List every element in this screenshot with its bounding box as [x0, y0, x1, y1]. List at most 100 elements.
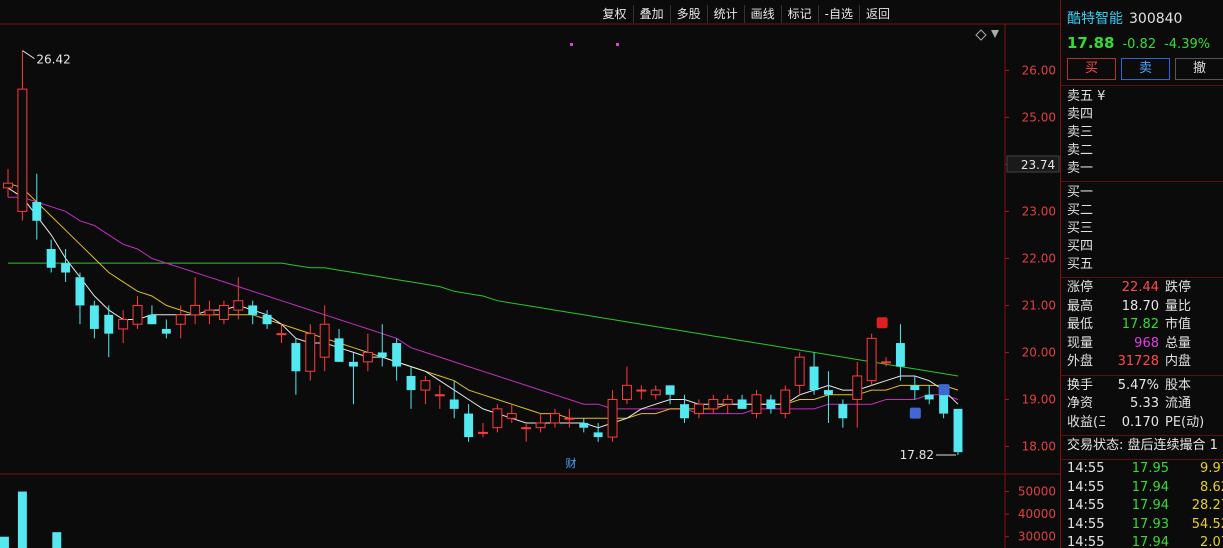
candle-body: [248, 305, 258, 315]
candle-body: [204, 309, 215, 316]
tick-list: 14:55 17.95 9.97 14:55 17.94 8.62 14:55 …: [1061, 460, 1223, 548]
bid-level[interactable]: 买一: [1061, 184, 1223, 202]
toolbar-item[interactable]: 复权: [597, 5, 633, 23]
candle-body: [89, 305, 99, 329]
stock-name[interactable]: 酷特智能: [1067, 11, 1123, 27]
stat-value: 5.33: [1130, 396, 1159, 411]
quote-panel: 酷特智能 300840 17.88 -0.82 -4.39% 买 卖 撤 卖五 ¥ 卖…: [1060, 0, 1223, 548]
candle-body: [492, 408, 503, 429]
ask-level[interactable]: 卖三: [1061, 124, 1223, 142]
candle-body: [46, 249, 56, 268]
tick-volume: 2.07: [1200, 535, 1223, 548]
candle-body: [579, 422, 589, 428]
candle-body: [636, 389, 647, 392]
candle-body: [895, 343, 905, 367]
stat-value: 31728: [1117, 354, 1159, 369]
candle-body: [852, 375, 863, 400]
price-tick-label: 26.00: [1022, 63, 1056, 77]
tick-time: 14:55: [1067, 479, 1105, 495]
sell-button[interactable]: 卖: [1121, 58, 1170, 80]
price-tick-label: 23.00: [1022, 204, 1056, 218]
ask-level[interactable]: 卖四: [1061, 106, 1223, 124]
candle-body: [506, 413, 517, 419]
high-pointer: [22, 50, 35, 59]
candle-body: [334, 338, 344, 362]
stat-value: 968: [1134, 335, 1159, 351]
candle-body: [881, 361, 891, 364]
candle-body: [464, 413, 474, 438]
trade-buttons: 买 卖 撤: [1061, 54, 1223, 82]
toolbar-item[interactable]: 多股: [669, 5, 707, 23]
candle-body: [809, 366, 819, 391]
candle-body: [17, 88, 28, 212]
stock-header: 酷特智能 300840: [1061, 0, 1223, 30]
candle-body: [751, 394, 762, 415]
candle-body: [348, 361, 358, 367]
stat-value: 17.82: [1121, 317, 1159, 332]
stat-label: 现量: [1067, 335, 1094, 351]
ask-list: 卖五 ¥ 卖四 卖三 卖二 卖一: [1061, 86, 1223, 178]
cancel-order-button[interactable]: 撤: [1175, 58, 1223, 80]
candle-body: [910, 385, 920, 391]
candle-body: [175, 314, 186, 325]
toolbar-item[interactable]: 标记: [780, 5, 818, 23]
candle-body: [392, 343, 402, 367]
stat-label: 内盘: [1165, 354, 1192, 369]
stat-label: 最低: [1067, 317, 1094, 332]
tick-price: 17.94: [1131, 535, 1169, 548]
bid-level[interactable]: 买五: [1061, 256, 1223, 274]
bid-level[interactable]: 买二: [1061, 202, 1223, 220]
stat-label: 最高: [1067, 298, 1094, 314]
buy-signal-icon: [876, 317, 888, 329]
stat-value: 0.170: [1121, 414, 1159, 430]
volume-tick-label: 40000: [1018, 507, 1056, 521]
bid-level[interactable]: 买四: [1061, 238, 1223, 256]
t-signal-icon: [909, 407, 921, 419]
toolbar-item[interactable]: 画线: [743, 5, 781, 23]
candle-body: [794, 356, 805, 386]
tick-volume: 9.97: [1200, 461, 1223, 476]
price-change-pct: -4.39%: [1164, 37, 1211, 52]
candle-body: [924, 394, 934, 400]
low-price-label: 17.82: [900, 448, 934, 462]
candle-body: [233, 300, 244, 311]
stat-label: 市值: [1165, 317, 1192, 332]
stat-value: 18.70: [1121, 298, 1159, 314]
candle-body: [593, 432, 603, 438]
stock-code: 300840: [1129, 11, 1183, 27]
stat-label: 换手: [1067, 377, 1094, 393]
bid-level[interactable]: 买三: [1061, 220, 1223, 238]
kline-svg[interactable]: 26.0025.0024.0023.0022.0021.0020.0019.00…: [0, 0, 1060, 548]
candle-body: [866, 337, 877, 382]
last-price: 17.88: [1067, 34, 1115, 52]
candle-body: [118, 319, 129, 330]
candle-body: [434, 394, 445, 397]
stat-label: 股本: [1165, 377, 1192, 393]
candle-body: [780, 389, 791, 415]
toolbar-item[interactable]: 返回: [858, 5, 896, 23]
toolbar-item[interactable]: 统计: [706, 5, 744, 23]
tick-price: 17.95: [1131, 461, 1169, 476]
stat-label: 外盘: [1067, 354, 1094, 369]
toolbar-item[interactable]: -自选: [817, 5, 859, 23]
candle-body: [680, 404, 689, 419]
candle-body: [218, 304, 229, 321]
ma-white-line: [7, 187, 959, 429]
buy-button[interactable]: 买: [1067, 58, 1116, 80]
ask-level[interactable]: 卖二: [1061, 142, 1223, 160]
kline-chart[interactable]: 26.0025.0024.0023.0022.0021.0020.0019.00…: [0, 0, 1060, 548]
tick-time: 14:55: [1067, 516, 1105, 532]
ask-level[interactable]: 卖五 ¥: [1061, 88, 1223, 106]
candle-body: [190, 304, 201, 316]
candle-body: [291, 343, 301, 372]
ask-level[interactable]: 卖一: [1061, 160, 1223, 178]
bid-list: 买一 买二 买三 买四 买五: [1061, 182, 1223, 274]
candle-body: [722, 398, 733, 405]
quote-line: 17.88 -0.82 -4.39%: [1061, 30, 1223, 54]
tick-time: 14:55: [1067, 498, 1105, 513]
dropdown-icon: [991, 30, 999, 38]
price-tick-label: 25.00: [1022, 110, 1056, 124]
candle-body: [61, 263, 71, 273]
toolbar-item[interactable]: 叠加: [632, 5, 670, 23]
stat-label: 量比: [1165, 298, 1192, 314]
